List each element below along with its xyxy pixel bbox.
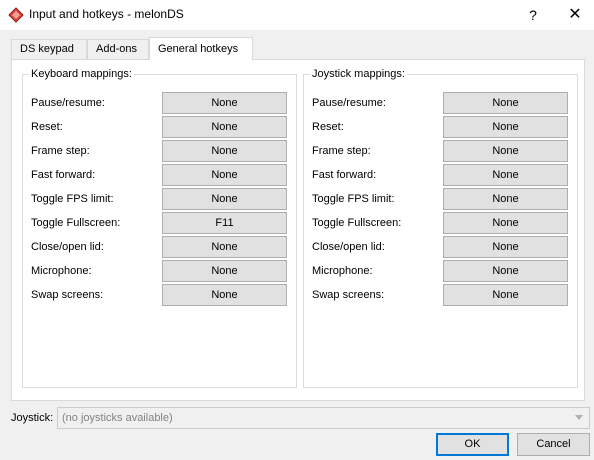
kb-toggle-fullscreen-button[interactable]: F11 [162,212,287,234]
row-label: Toggle Fullscreen: [31,217,121,229]
joy-row-toggle-fullscreen: Toggle Fullscreen: None [304,212,577,234]
row-label: Frame step: [312,145,371,157]
kb-row-reset: Reset: None [23,116,296,138]
kb-row-close-open-lid: Close/open lid: None [23,236,296,258]
joy-row-fast-forward: Fast forward: None [304,164,577,186]
kb-pause-resume-button[interactable]: None [162,92,287,114]
row-label: Pause/resume: [312,97,386,109]
joy-toggle-fps-limit-button[interactable]: None [443,188,568,210]
joy-pause-resume-button[interactable]: None [443,92,568,114]
tab-ds-keypad[interactable]: DS keypad [11,39,87,59]
kb-row-toggle-fps-limit: Toggle FPS limit: None [23,188,296,210]
kb-toggle-fps-limit-button[interactable]: None [162,188,287,210]
tab-add-ons[interactable]: Add-ons [87,39,149,59]
joy-row-toggle-fps-limit: Toggle FPS limit: None [304,188,577,210]
row-label: Swap screens: [312,289,385,301]
joy-swap-screens-button[interactable]: None [443,284,568,306]
joy-toggle-fullscreen-button[interactable]: None [443,212,568,234]
kb-row-swap-screens: Swap screens: None [23,284,296,306]
kb-row-fast-forward: Fast forward: None [23,164,296,186]
joy-row-close-open-lid: Close/open lid: None [304,236,577,258]
joy-microphone-button[interactable]: None [443,260,568,282]
keyboard-mappings-group: Keyboard mappings: Pause/resume: None Re… [22,68,297,388]
row-label: Close/open lid: [312,241,385,253]
joystick-mappings-group: Joystick mappings: Pause/resume: None Re… [303,68,578,388]
row-label: Microphone: [312,265,373,277]
keyboard-mappings-title: Keyboard mappings: [29,68,134,80]
tab-general-hotkeys[interactable]: General hotkeys [149,37,253,60]
joy-row-swap-screens: Swap screens: None [304,284,577,306]
joy-frame-step-button[interactable]: None [443,140,568,162]
row-label: Toggle Fullscreen: [312,217,402,229]
row-label: Toggle FPS limit: [31,193,114,205]
chevron-down-icon [575,415,583,420]
kb-row-frame-step: Frame step: None [23,140,296,162]
close-button[interactable]: ✕ [556,0,594,30]
joy-close-open-lid-button[interactable]: None [443,236,568,258]
general-hotkeys-pane: Keyboard mappings: Pause/resume: None Re… [11,59,585,401]
joystick-label: Joystick: [11,412,54,424]
row-label: Fast forward: [312,169,377,181]
kb-row-microphone: Microphone: None [23,260,296,282]
title-bar: Input and hotkeys - melonDS ? ✕ [0,0,594,30]
melonds-diamond-icon [8,7,24,23]
kb-microphone-button[interactable]: None [162,260,287,282]
window-title: Input and hotkeys - melonDS [29,7,184,21]
row-label: Reset: [31,121,63,133]
kb-close-open-lid-button[interactable]: None [162,236,287,258]
joy-row-microphone: Microphone: None [304,260,577,282]
joystick-mappings-title: Joystick mappings: [310,68,407,80]
row-label: Microphone: [31,265,92,277]
joy-reset-button[interactable]: None [443,116,568,138]
joystick-select[interactable]: (no joysticks available) [57,407,590,429]
joy-row-reset: Reset: None [304,116,577,138]
ok-button[interactable]: OK [436,433,509,456]
cancel-button[interactable]: Cancel [517,433,590,456]
kb-row-pause-resume: Pause/resume: None [23,92,296,114]
joy-row-frame-step: Frame step: None [304,140,577,162]
row-label: Swap screens: [31,289,104,301]
row-label: Frame step: [31,145,90,157]
kb-reset-button[interactable]: None [162,116,287,138]
kb-frame-step-button[interactable]: None [162,140,287,162]
row-label: Pause/resume: [31,97,105,109]
help-button[interactable]: ? [510,0,556,30]
row-label: Fast forward: [31,169,96,181]
joy-fast-forward-button[interactable]: None [443,164,568,186]
row-label: Reset: [312,121,344,133]
row-label: Close/open lid: [31,241,104,253]
kb-fast-forward-button[interactable]: None [162,164,287,186]
joystick-selected-value: (no joysticks available) [62,412,173,424]
kb-swap-screens-button[interactable]: None [162,284,287,306]
row-label: Toggle FPS limit: [312,193,395,205]
joy-row-pause-resume: Pause/resume: None [304,92,577,114]
kb-row-toggle-fullscreen: Toggle Fullscreen: F11 [23,212,296,234]
